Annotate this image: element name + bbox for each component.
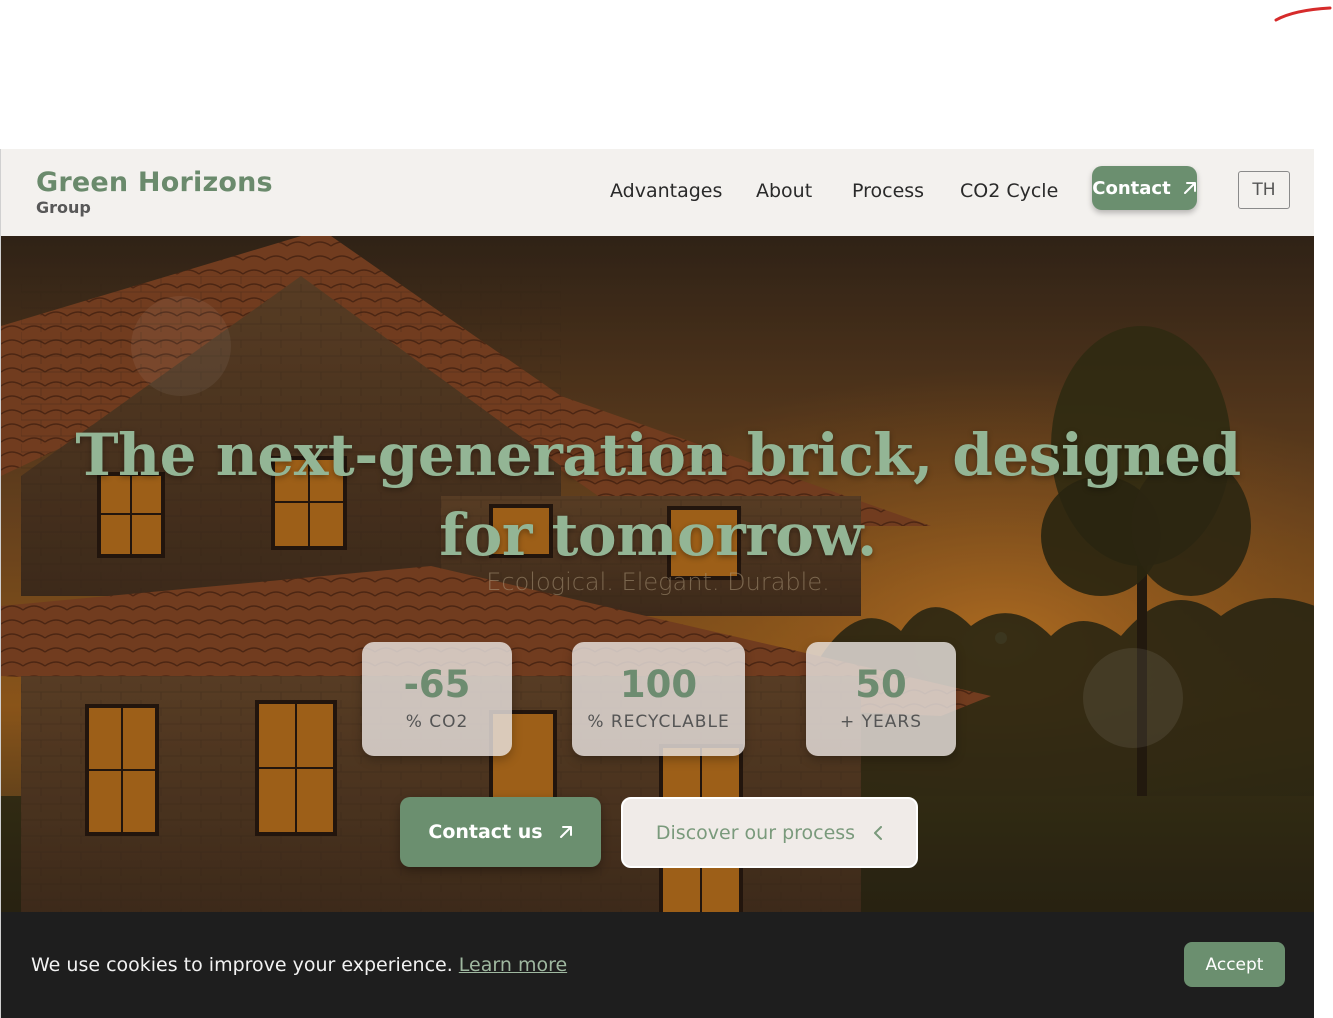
hero-subtitle: Ecological. Elegant. Durable. xyxy=(486,568,830,596)
contact-us-button[interactable]: Contact us xyxy=(400,797,601,867)
stat-value: 100 xyxy=(619,663,698,706)
website-page: Green Horizons Group Advantages About Pr… xyxy=(0,149,1314,1018)
cookie-message: We use cookies to improve your experienc… xyxy=(31,954,567,976)
stat-card-recyclable: 100 % RECYCLABLE xyxy=(572,642,745,756)
stat-value: 50 xyxy=(855,663,907,706)
hero-section: The next-generation brick, designed for … xyxy=(1,236,1314,1018)
arrow-up-right-icon xyxy=(1183,182,1196,194)
cookie-banner: We use cookies to improve your experienc… xyxy=(1,912,1314,1018)
language-toggle[interactable]: TH xyxy=(1238,171,1290,209)
nav-item-process[interactable]: Process xyxy=(852,180,924,202)
stat-label: % CO2 xyxy=(405,712,469,732)
stat-card-years: 50 + YEARS xyxy=(806,642,956,756)
logo-title: Green Horizons xyxy=(36,167,273,198)
nav-item-about[interactable]: About xyxy=(756,180,812,202)
blank-margin xyxy=(0,0,1333,149)
annotation-stroke xyxy=(1274,6,1332,22)
accept-cookies-button[interactable]: Accept xyxy=(1184,942,1285,987)
stat-value: -65 xyxy=(403,663,471,706)
navbar: Green Horizons Group Advantages About Pr… xyxy=(1,149,1314,236)
nav-contact-label: Contact xyxy=(1092,177,1171,199)
stat-label: + YEARS xyxy=(839,712,922,732)
nav-item-co2-cycle[interactable]: CO2 Cycle xyxy=(960,180,1058,202)
hero-title: The next-generation brick, designed for … xyxy=(75,420,1241,569)
learn-more-link[interactable]: Learn more xyxy=(459,954,567,976)
nav-item-advantages[interactable]: Advantages xyxy=(610,180,722,202)
discover-process-label: Discover our process xyxy=(655,821,856,844)
arrow-up-right-icon xyxy=(559,826,572,838)
logo[interactable]: Green Horizons Group xyxy=(36,167,273,217)
stat-label: % RECYCLABLE xyxy=(587,712,730,732)
logo-subtitle: Group xyxy=(36,198,91,217)
contact-us-label: Contact us xyxy=(428,821,543,843)
chevron-left-icon xyxy=(874,825,883,840)
cookie-text: We use cookies to improve your experienc… xyxy=(31,954,453,976)
stat-card-co2: -65 % CO2 xyxy=(362,642,512,756)
hero-background-image xyxy=(1,236,1314,1018)
discover-process-button[interactable]: Discover our process xyxy=(621,797,918,868)
nav-contact-button[interactable]: Contact xyxy=(1092,166,1197,210)
